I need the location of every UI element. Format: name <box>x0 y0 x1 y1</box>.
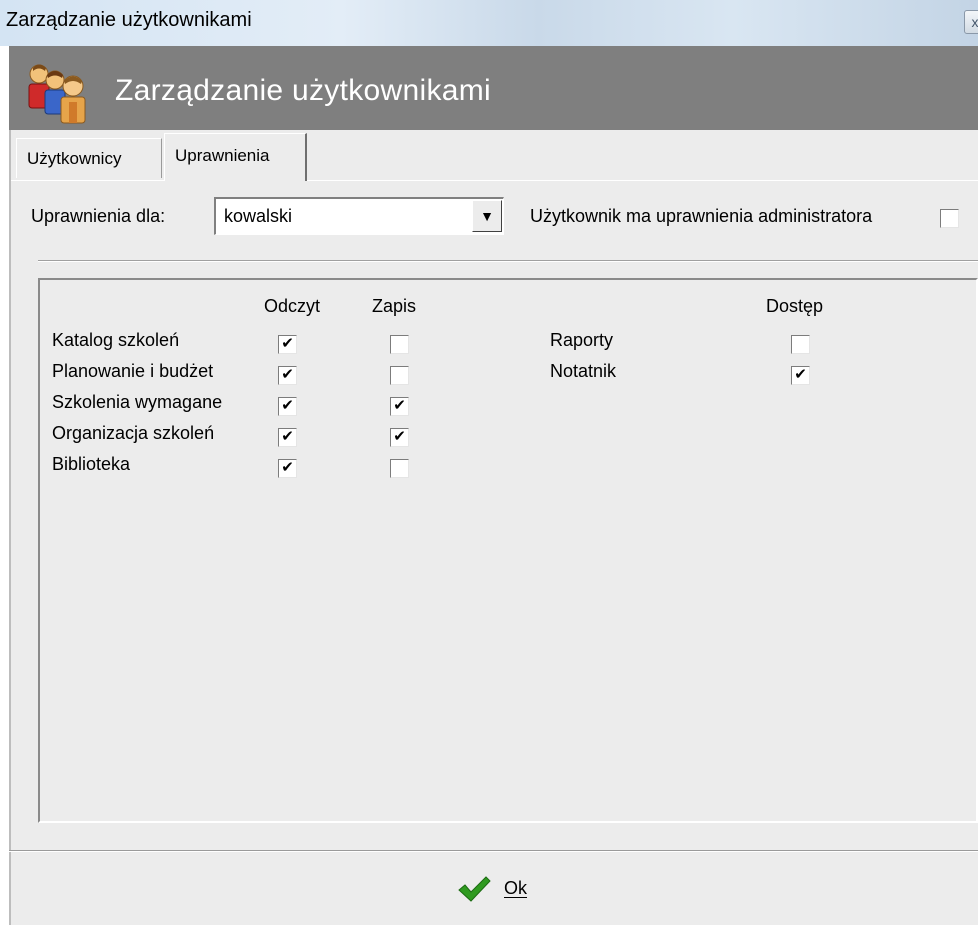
write-checkbox-library[interactable] <box>390 459 409 478</box>
access-checkbox-reports[interactable] <box>791 335 810 354</box>
user-management-window: Zarządzanie użytkownikami x Zarządzanie … <box>0 0 978 925</box>
left-edge <box>9 130 11 925</box>
admin-label: Użytkownik ma uprawnienia administratora <box>530 206 873 226</box>
user-select-value: kowalski <box>224 206 293 226</box>
module-label-library: Biblioteka <box>52 454 131 474</box>
write-checkbox-catalog[interactable] <box>390 335 409 354</box>
close-button[interactable]: x <box>964 10 978 34</box>
tab-strip-line-left <box>11 180 164 181</box>
ok-button-label: Ok <box>504 878 528 898</box>
separator-highlight <box>38 261 978 262</box>
read-checkbox-library[interactable]: ✔ <box>278 459 297 478</box>
tab-users-label: Użytkownicy <box>27 149 122 168</box>
write-checkbox-planning[interactable] <box>390 366 409 385</box>
users-icon <box>28 64 86 124</box>
dialog-body: Użytkownicy Uprawnienia Uprawnienia dla:… <box>9 130 978 925</box>
module-label-organization: Organizacja szkoleń <box>52 423 215 443</box>
permissions-panel: Odczyt Zapis Dostęp Katalog szkoleń ✔ Pl… <box>38 278 978 823</box>
access-checkbox-notes[interactable]: ✔ <box>791 366 810 385</box>
footer-separator-highlight <box>9 851 978 852</box>
module-label-required: Szkolenia wymagane <box>52 392 223 412</box>
write-checkbox-organization[interactable]: ✔ <box>390 428 409 447</box>
tab-users[interactable]: Użytkownicy <box>16 138 162 178</box>
user-select[interactable]: kowalski ▼ <box>214 197 504 235</box>
header-title: Zarządzanie użytkownikami <box>115 74 491 107</box>
access-column-header: Dostęp <box>766 296 824 316</box>
write-checkbox-required[interactable]: ✔ <box>390 397 409 416</box>
read-checkbox-organization[interactable]: ✔ <box>278 428 297 447</box>
ok-button[interactable]: Ok <box>457 870 567 912</box>
tab-permissions-label: Uprawnienia <box>175 146 270 165</box>
read-column-header: Odczyt <box>264 296 321 316</box>
module-label-planning: Planowanie i budżet <box>52 361 214 381</box>
read-checkbox-required[interactable]: ✔ <box>278 397 297 416</box>
chevron-down-icon[interactable]: ▼ <box>472 200 502 232</box>
module-label-catalog: Katalog szkoleń <box>52 330 180 350</box>
permissions-for-label: Uprawnienia dla: <box>31 206 166 226</box>
write-column-header: Zapis <box>372 296 417 316</box>
title-bar[interactable]: Zarządzanie użytkownikami x <box>0 0 978 46</box>
checkmark-icon <box>458 876 491 902</box>
access-label-reports: Raporty <box>550 330 614 350</box>
read-checkbox-planning[interactable]: ✔ <box>278 366 297 385</box>
tab-strip-line-right <box>307 180 978 181</box>
window-title: Zarządzanie użytkownikami <box>6 9 252 31</box>
admin-checkbox[interactable] <box>940 209 959 228</box>
dialog-header: Zarządzanie użytkownikami <box>9 46 978 130</box>
read-checkbox-catalog[interactable]: ✔ <box>278 335 297 354</box>
tab-permissions[interactable]: Uprawnienia <box>164 133 307 181</box>
access-label-notes: Notatnik <box>550 361 617 381</box>
